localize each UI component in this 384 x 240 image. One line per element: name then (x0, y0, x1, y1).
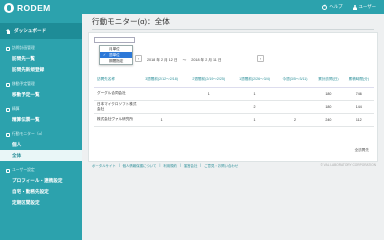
sidebar-section-expense: 精算 (0, 105, 82, 114)
sidebar: RODEM ダッシュボード 訪問計画管理 訪問先一覧 訪問先新規登録 移動予定管… (0, 0, 82, 240)
table-row: 日本マイクロソフト株式会社 2 180 144 (94, 100, 374, 114)
header-2-weeks-ago: 2週間前(2/19～2/25) (185, 73, 233, 88)
receipt-icon (6, 107, 10, 112)
sidebar-item-expense-list[interactable]: 精算伝票一覧 (0, 114, 82, 125)
sidebar-item-monitor-all[interactable]: 全体 (0, 150, 82, 161)
client-name[interactable]: 株式会社ヴァル研究所 (94, 113, 138, 127)
main-content: 行動モニター(α)：全体 月単位 週単位 期間指定 ‹ 2018 年 2 月 1… (82, 14, 384, 240)
table-row: 株式会社ヴァル研究所 1 1 2 240 112 (94, 113, 374, 127)
sidebar-item-travel-list[interactable]: 移動予定一覧 (0, 89, 82, 100)
table-cell: 2 (276, 113, 314, 127)
header-this-week: 今週(3/5～3/11) (276, 73, 314, 88)
page-title: 行動モニター(α)：全体 (92, 17, 170, 26)
sidebar-section-monitor: 行動モニター（α） (0, 130, 82, 139)
date-range: 2018 年 2 月 12 日 ～ 2018 年 2 月 11 日 (147, 58, 226, 63)
copyright: © VAL LABORATORY CORPORATION (320, 163, 376, 167)
table-cell: 746 (343, 87, 374, 101)
header-total-time: 累積時間(分) (343, 73, 374, 88)
table-row: グーグル合同会社 1 1 180 746 (94, 87, 374, 101)
monitor-panel: 月単位 週単位 期間指定 ‹ 2018 年 2 月 12 日 ～ 2018 年 … (88, 32, 378, 162)
calendar-icon (6, 46, 10, 51)
table-cell: 1 (232, 113, 277, 127)
period-dropdown: 月単位 週単位 期間指定 (99, 45, 133, 65)
header-3-weeks-ago: 3週間前(2/12～2/18) (138, 73, 186, 88)
footer-separator: | (118, 163, 120, 167)
header-client-name: 訪問先名称 (94, 73, 138, 88)
footer-separator: | (200, 163, 202, 167)
top-bar: ? ヘルプ ユーザー (82, 0, 384, 14)
header-1-week-ago: 1週間前(2/26～3/4) (232, 73, 277, 88)
next-period-button[interactable]: › (257, 55, 264, 62)
table-cell (185, 113, 233, 127)
table-cell: 1 (138, 113, 186, 127)
table-cell (138, 87, 186, 101)
user-icon (352, 4, 357, 10)
table-cell (138, 100, 186, 114)
train-icon (6, 82, 10, 87)
footer-link-portal[interactable]: ポータルサイト (92, 163, 116, 168)
sidebar-item-visit-list[interactable]: 訪問先一覧 (0, 53, 82, 64)
footer-separator: | (179, 163, 181, 167)
monitor-icon (6, 132, 10, 137)
client-name[interactable]: グーグル合同会社 (94, 87, 138, 101)
sidebar-section-user-settings: ユーザー設定 (0, 166, 82, 175)
sidebar-item-home-office[interactable]: 自宅・勤務先設定 (0, 186, 82, 197)
logo-icon (4, 3, 14, 13)
sidebar-section-visit-plan: 訪問計画管理 (0, 44, 82, 53)
brand-name: RODEM (17, 3, 51, 13)
sidebar-section-travel: 移動予定管理 (0, 80, 82, 89)
period-select[interactable] (94, 37, 135, 43)
table-cell: 2 (232, 100, 277, 114)
sidebar-item-visit-new[interactable]: 訪問先新規登録 (0, 64, 82, 75)
footer-link-company[interactable]: 運営会社 (184, 163, 198, 168)
footer-links: ポータルサイト | 個人情報保護について | 利用規約 | 運営会社 | ご意見… (92, 163, 238, 168)
sidebar-item-commute-pass[interactable]: 定期区間設定 (0, 197, 82, 208)
table-cell: 1 (232, 87, 277, 101)
user-menu[interactable]: ユーザー (352, 4, 376, 10)
table-cell: 144 (343, 100, 374, 114)
all-clients-link[interactable]: 全訪問先 (355, 148, 369, 153)
title-divider (92, 29, 374, 30)
prev-period-button[interactable]: ‹ (135, 55, 142, 62)
sidebar-item-label: ダッシュボード (14, 28, 47, 33)
help-menu[interactable]: ? ヘルプ (322, 4, 343, 10)
sidebar-item-monitor-personal[interactable]: 個人 (0, 139, 82, 150)
table-cell: 240 (313, 113, 344, 127)
table-cell: 1 (185, 87, 233, 101)
table-cell (276, 87, 314, 101)
sidebar-item-dashboard[interactable]: ダッシュボード (0, 23, 82, 39)
brand-logo[interactable]: RODEM (0, 0, 82, 16)
user-settings-icon (6, 168, 10, 173)
table-cell: 180 (313, 100, 344, 114)
footer-link-terms[interactable]: 利用規約 (163, 163, 177, 168)
header-total-visits: 累計訪問(日) (313, 73, 344, 88)
help-icon: ? (322, 4, 328, 10)
table-cell: 112 (343, 113, 374, 127)
footer-link-contact[interactable]: ご意見・お問い合わせ (204, 163, 238, 168)
sidebar-item-profile[interactable]: プロフィール・連携設定 (0, 175, 82, 186)
footer-separator: | (159, 163, 161, 167)
date-separator: ～ (182, 58, 187, 62)
period-option-range[interactable]: 期間指定 (100, 58, 132, 64)
client-name[interactable]: 日本マイクロソフト株式会社 (94, 100, 138, 114)
table-cell (185, 100, 233, 114)
home-icon (6, 28, 11, 34)
table-header-row: 訪問先名称 3週間前(2/12～2/18) 2週間前(2/19～2/25) 1週… (94, 73, 374, 88)
footer-link-privacy[interactable]: 個人情報保護について (123, 163, 157, 168)
table-cell (276, 100, 314, 114)
date-to: 2018 年 2 月 11 日 (191, 58, 222, 62)
date-from: 2018 年 2 月 12 日 (147, 58, 178, 62)
table-cell: 180 (313, 87, 344, 101)
visit-summary-table: 訪問先名称 3週間前(2/12～2/18) 2週間前(2/19～2/25) 1週… (94, 73, 374, 127)
